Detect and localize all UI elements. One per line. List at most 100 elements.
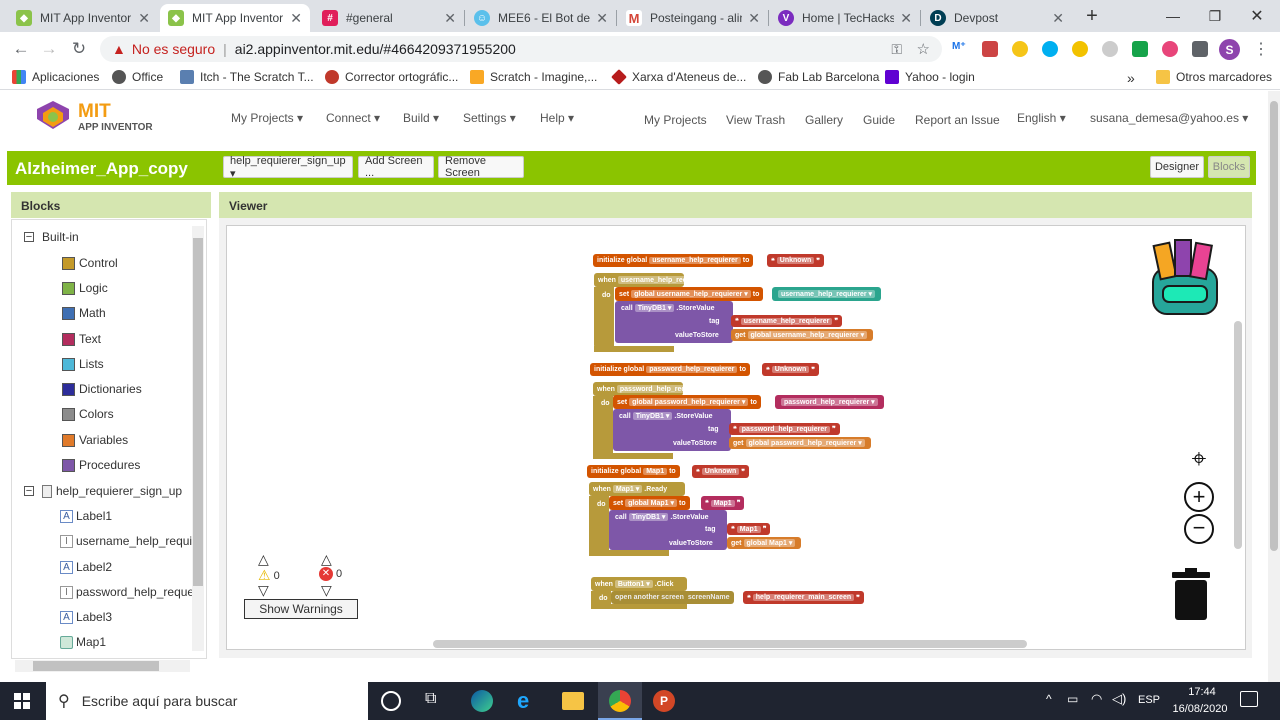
menu-language[interactable]: English ▾ bbox=[1017, 111, 1066, 125]
set-global-map1-block[interactable]: set global Map1 ▾ to bbox=[609, 496, 690, 510]
bookmark-itch[interactable]: Itch - The Scratch T... bbox=[180, 70, 314, 84]
error-down-arrow-icon[interactable]: ▽ bbox=[321, 582, 332, 599]
page-scrollbar[interactable] bbox=[1268, 91, 1280, 682]
collapse-icon[interactable]: − bbox=[24, 232, 34, 243]
close-tab-icon[interactable]: ✕ bbox=[444, 10, 456, 27]
close-tab-icon[interactable]: ✕ bbox=[596, 10, 608, 27]
text-value[interactable]: Unknown bbox=[776, 257, 815, 264]
workspace-horizontal-scrollbar[interactable] bbox=[433, 640, 1027, 648]
text-unknown-block[interactable]: ❝ Unknown ❞ bbox=[692, 465, 750, 478]
menu-my-projects[interactable]: My Projects ▾ bbox=[231, 111, 303, 125]
text-screen-name-block[interactable]: ❝ help_requierer_main_screen ❞ bbox=[743, 591, 864, 604]
get-global-username-block[interactable]: get global username_help_requierer ▾ bbox=[731, 329, 874, 341]
link-gallery[interactable]: Gallery bbox=[805, 113, 843, 127]
url-text[interactable]: ai2.appinventor.mit.edu/#466420937195520… bbox=[235, 41, 516, 57]
variable-dropdown[interactable]: global username_help_requierer ▾ bbox=[631, 290, 751, 298]
component-dropdown[interactable]: TinyDB1 ▾ bbox=[628, 513, 669, 521]
when-password-gotfocus-block[interactable]: when password_help_requierer ▾ .GotFocus bbox=[593, 382, 750, 396]
tray-chevron-icon[interactable]: ^ bbox=[1046, 692, 1052, 706]
text-tag-block[interactable]: ❝ password_help_requierer ❞ bbox=[729, 423, 840, 435]
bookmark-corrector[interactable]: Corrector ortográfic... bbox=[325, 70, 458, 84]
page-scrollbar-thumb[interactable] bbox=[1270, 101, 1278, 551]
when-map1-ready-block[interactable]: when Map1 ▾ .Ready bbox=[589, 482, 685, 496]
variable-name-field[interactable]: username_help_requierer bbox=[649, 257, 741, 264]
reload-icon[interactable]: ↻ bbox=[68, 38, 90, 60]
extension-pdf-icon[interactable] bbox=[982, 41, 998, 57]
add-screen-button[interactable]: Add Screen ... bbox=[358, 155, 434, 179]
extension-check-icon[interactable] bbox=[1132, 41, 1148, 57]
trash-icon[interactable] bbox=[1172, 568, 1210, 620]
warning-up-arrow-icon[interactable]: △ bbox=[258, 551, 269, 568]
new-tab-button[interactable]: + bbox=[1078, 0, 1106, 32]
close-window-button[interactable]: ✕ bbox=[1234, 0, 1280, 32]
component-dropdown[interactable]: username_help_requierer ▾ bbox=[778, 290, 876, 298]
tab-5[interactable]: V Home | TecHacks ✕ bbox=[770, 4, 920, 32]
chrome-taskbar-button[interactable] bbox=[598, 682, 642, 720]
when-username-gotfocus-block[interactable]: when username_help_requierer ▾ .GotFocus bbox=[594, 273, 752, 287]
component-dropdown[interactable]: TinyDB1 ▾ bbox=[634, 304, 675, 312]
init-global-password-block[interactable]: initialize global password_help_requiere… bbox=[590, 363, 750, 376]
component-label3[interactable]: A Label3 bbox=[60, 610, 112, 624]
variable-dropdown[interactable]: global username_help_requierer ▾ bbox=[747, 331, 868, 339]
task-view-icon[interactable]: ⧉ bbox=[425, 690, 436, 708]
extension-headset-icon[interactable] bbox=[1102, 41, 1118, 57]
error-up-arrow-icon[interactable]: △ bbox=[321, 551, 332, 568]
blocks-horizontal-scrollbar[interactable] bbox=[15, 660, 190, 672]
screen-selector[interactable]: help_requierer_sign_up ▾ bbox=[223, 155, 353, 180]
menu-account[interactable]: susana_demesa@yahoo.es ▾ bbox=[1090, 111, 1248, 125]
variable-name-field[interactable]: password_help_requierer bbox=[646, 366, 738, 373]
taskbar-search-box[interactable]: ⚲ Escribe aquí para buscar bbox=[46, 682, 368, 720]
maximize-button[interactable]: ❐ bbox=[1192, 0, 1238, 32]
text-value[interactable]: Map1 bbox=[710, 499, 735, 507]
tab-0[interactable]: ◆ MIT App Inventor ✕ bbox=[8, 4, 158, 32]
backpack-icon[interactable] bbox=[1143, 238, 1227, 318]
tab-3[interactable]: ☺ MEE6 - El Bot de D ✕ bbox=[466, 4, 616, 32]
powerpoint-icon[interactable]: P bbox=[653, 690, 675, 712]
link-my-projects[interactable]: My Projects bbox=[644, 113, 707, 127]
map1-component-block[interactable]: ❝ Map1 ❞ bbox=[701, 496, 745, 510]
drawer-lists[interactable]: Lists bbox=[62, 357, 104, 371]
show-warnings-button[interactable]: Show Warnings bbox=[244, 599, 358, 619]
link-report-issue[interactable]: Report an Issue bbox=[915, 113, 1000, 127]
zoom-in-icon[interactable]: + bbox=[1184, 482, 1214, 512]
bookmark-other-folder[interactable]: Otros marcadores bbox=[1156, 70, 1272, 84]
text-value[interactable]: Unknown bbox=[701, 468, 740, 475]
text-value[interactable]: password_help_requierer bbox=[738, 425, 830, 433]
component-dropdown[interactable]: username_help_requierer ▾ bbox=[617, 276, 715, 284]
variable-dropdown[interactable]: global password_help_requierer ▾ bbox=[629, 398, 749, 406]
language-indicator[interactable]: ESP bbox=[1138, 694, 1160, 706]
drawer-dictionaries[interactable]: Dictionaries bbox=[62, 382, 142, 396]
drawer-text[interactable]: Text bbox=[62, 332, 101, 346]
text-tag-block[interactable]: ❝ Map1 ❞ bbox=[727, 523, 771, 535]
key-icon[interactable]: ⚿ bbox=[891, 41, 902, 58]
text-value[interactable]: username_help_requierer bbox=[740, 317, 833, 325]
get-global-password-block[interactable]: get global password_help_requierer ▾ bbox=[729, 437, 871, 449]
drawer-variables[interactable]: Variables bbox=[62, 433, 128, 447]
warning-down-arrow-icon[interactable]: ▽ bbox=[258, 582, 269, 599]
text-value[interactable]: Map1 bbox=[736, 525, 761, 533]
component-username-textbox[interactable]: Iusername_help_requie bbox=[60, 534, 199, 548]
browser-menu-icon[interactable]: ⋮ bbox=[1250, 38, 1272, 60]
builtin-toggle[interactable]: − Built-in bbox=[24, 230, 79, 244]
extensions-puzzle-icon[interactable] bbox=[1192, 41, 1208, 57]
bookmark-ateneus[interactable]: Xarxa d'Ateneus de... bbox=[611, 69, 746, 85]
open-another-screen-block[interactable]: open another screen screenName bbox=[611, 591, 734, 604]
close-tab-icon[interactable]: ✕ bbox=[900, 10, 912, 27]
username-text-property-block[interactable]: username_help_requierer ▾ bbox=[772, 287, 882, 301]
component-dropdown[interactable]: password_help_requierer ▾ bbox=[616, 385, 714, 393]
menu-help[interactable]: Help ▾ bbox=[540, 111, 574, 125]
wifi-icon[interactable]: ◠ bbox=[1091, 691, 1102, 707]
close-tab-icon[interactable]: ✕ bbox=[748, 10, 760, 27]
get-global-map1-block[interactable]: get global Map1 ▾ bbox=[727, 537, 802, 549]
init-global-username-block[interactable]: initialize global username_help_requiere… bbox=[593, 254, 754, 267]
when-button1-click-block[interactable]: when Button1 ▾ .Click bbox=[591, 577, 687, 591]
menu-settings[interactable]: Settings ▾ bbox=[463, 111, 516, 125]
close-tab-icon[interactable]: ✕ bbox=[138, 10, 150, 27]
variable-dropdown[interactable]: global Map1 ▾ bbox=[625, 499, 678, 507]
screen-toggle[interactable]: − help_requierer_sign_up bbox=[24, 484, 182, 498]
tab-2[interactable]: # #general ✕ bbox=[314, 4, 464, 32]
drawer-procedures[interactable]: Procedures bbox=[62, 458, 140, 472]
remove-screen-button[interactable]: Remove Screen bbox=[438, 155, 524, 179]
bookmark-scratch[interactable]: Scratch - Imagine,... bbox=[470, 70, 597, 84]
tab-1[interactable]: ◆ MIT App Inventor ✕ bbox=[160, 4, 310, 32]
